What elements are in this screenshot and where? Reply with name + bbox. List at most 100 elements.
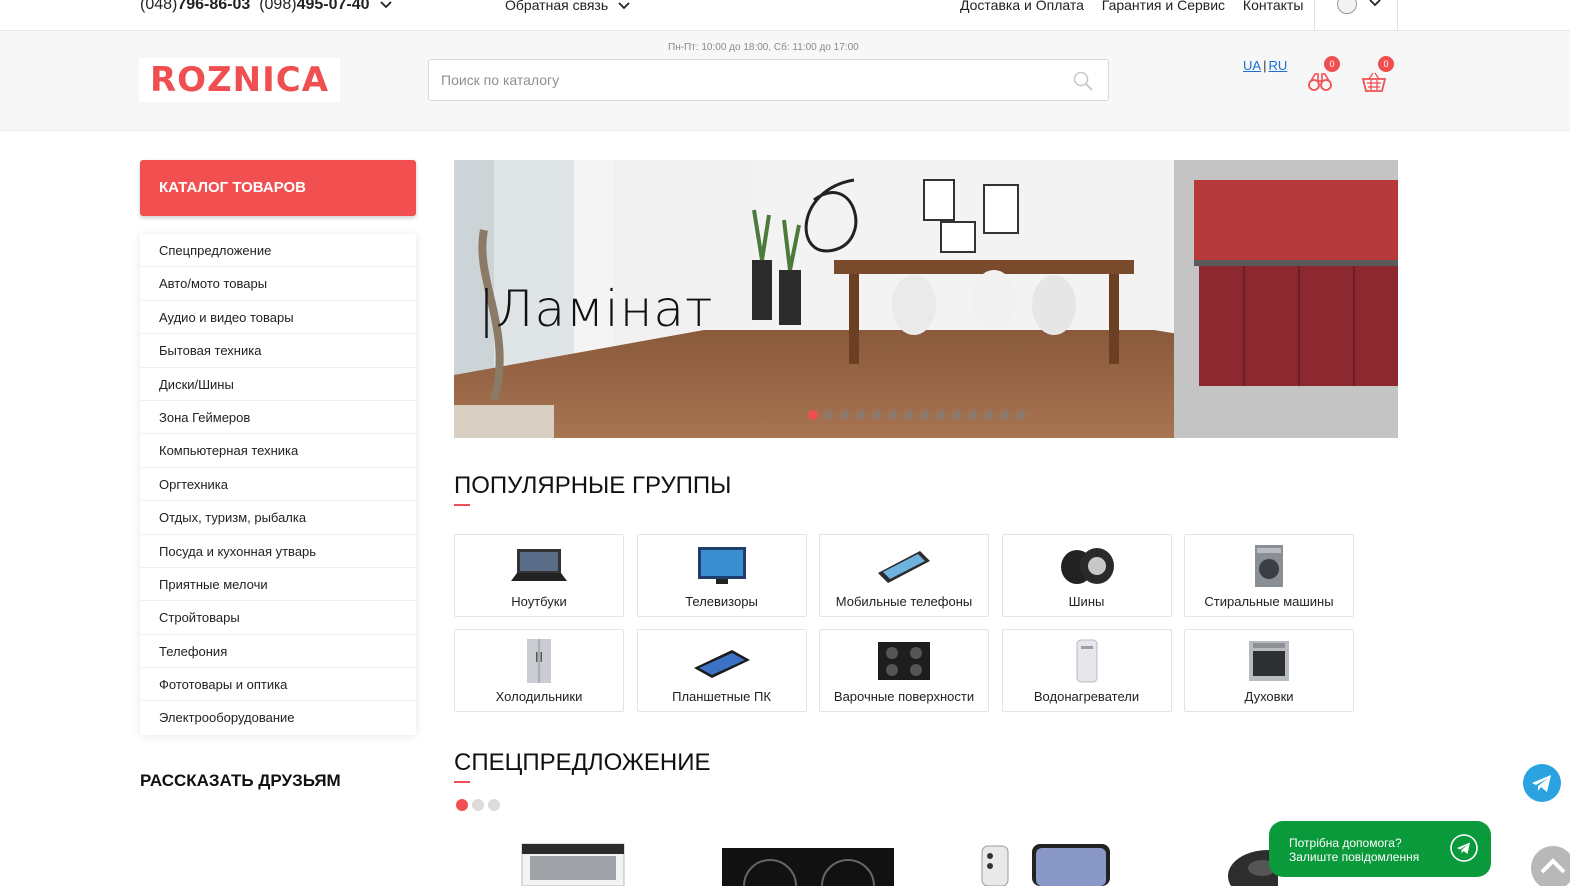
special-offers-title: СПЕЦПРЕДЛОЖЕНИЕ (454, 749, 711, 783)
banner-dot[interactable] (968, 410, 978, 420)
telegram-icon (1532, 775, 1551, 792)
nav-contacts-link[interactable]: Контакты (1243, 0, 1303, 13)
lang-separator: | (1263, 58, 1267, 73)
group-card-laptops[interactable]: Ноутбуки (454, 534, 624, 617)
washing-machine-icon (1255, 545, 1283, 587)
top-bar: (048)796-86-03 (098)495-07-40 Обратная с… (0, 0, 1570, 31)
lang-ua-link[interactable]: UA (1243, 58, 1261, 73)
compare-count-badge: 0 (1324, 56, 1340, 72)
category-menu: Спецпредложение Авто/мото товары Аудио и… (140, 234, 416, 735)
group-card-tablets[interactable]: Планшетные ПК (636, 629, 807, 712)
feedback-link[interactable]: Обратная связь (505, 0, 630, 13)
chevron-down-icon (618, 0, 630, 13)
search-icon[interactable] (1072, 70, 1094, 92)
cart-count-badge: 0 (1378, 56, 1394, 72)
group-label: Шины (1068, 594, 1105, 609)
category-item-outdoor[interactable]: Отдых, туризм, рыбалка (140, 501, 416, 535)
banner-dot[interactable] (824, 410, 834, 420)
special-offers-pagination (456, 799, 500, 811)
category-item-electrical[interactable]: Электрооборудование (140, 701, 416, 734)
category-item-gamers[interactable]: Зона Геймеров (140, 401, 416, 435)
site-header: ROZNICA Пн-Пт: 10:00 до 18:00, Сб: 11:00… (0, 31, 1570, 131)
working-hours: Пн-Пт: 10:00 до 18:00, Сб: 11:00 до 17:0… (668, 42, 859, 53)
product-dishwasher-image[interactable] (520, 842, 626, 886)
group-label: Духовки (1244, 689, 1294, 704)
phone-1-number[interactable]: 796-86-03 (177, 0, 250, 13)
tablet-icon (693, 650, 750, 678)
group-label: Стиральные машины (1204, 594, 1334, 609)
scroll-to-top-button[interactable] (1531, 846, 1570, 886)
group-label: Ноутбуки (511, 594, 567, 609)
banner-dot[interactable] (872, 410, 882, 420)
category-item-kitchenware[interactable]: Посуда и кухонная утварь (140, 535, 416, 568)
banner-dot[interactable] (984, 410, 994, 420)
tires-icon (1060, 548, 1114, 584)
category-item-auto-moto[interactable]: Авто/мото товары (140, 267, 416, 301)
special-dot[interactable] (488, 799, 500, 811)
product-smartphone-image[interactable] (978, 842, 1112, 886)
group-card-cooktops[interactable]: Варочные поверхности (819, 629, 989, 712)
catalog-button[interactable]: КАТАЛОГ ТОВАРОВ (140, 160, 416, 216)
group-card-washing-machines[interactable]: Стиральные машины (1184, 534, 1354, 617)
special-dot[interactable] (456, 799, 468, 811)
search-box (428, 59, 1109, 101)
phone-2-number[interactable]: 495-07-40 (297, 0, 370, 13)
telegram-button[interactable] (1523, 764, 1561, 802)
site-logo[interactable]: ROZNICA (139, 58, 340, 102)
banner-dot[interactable] (808, 410, 818, 420)
banner-dot[interactable] (888, 410, 898, 420)
category-item-photo-optics[interactable]: Фототовары и оптика (140, 668, 416, 702)
category-item-office[interactable]: Оргтехника (140, 468, 416, 502)
group-card-tires[interactable]: Шины (1001, 534, 1172, 617)
category-item-construction[interactable]: Стройтовары (140, 601, 416, 635)
phone-icon (878, 551, 930, 583)
category-item-appliances[interactable]: Бытовая техника (140, 334, 416, 368)
category-item-computers[interactable]: Компьютерная техника (140, 434, 416, 468)
cart-button[interactable]: 0 (1361, 56, 1394, 93)
banner-dot[interactable] (952, 410, 962, 420)
banner-dot[interactable] (840, 410, 850, 420)
chevron-down-icon[interactable] (1369, 0, 1381, 10)
phone-1-prefix: (048) (140, 0, 178, 13)
group-card-mobile-phones[interactable]: Мобильные телефоны (819, 534, 989, 617)
category-item-special[interactable]: Спецпредложение (140, 234, 416, 268)
user-avatar-icon[interactable] (1337, 0, 1357, 14)
tv-icon (697, 547, 746, 584)
help-chat-widget[interactable]: Потрібна допомога? Залиште повідомлення (1269, 821, 1491, 877)
feedback-label: Обратная связь (505, 0, 609, 13)
oven-icon (1249, 641, 1289, 681)
banner-dot[interactable] (904, 410, 914, 420)
group-label: Планшетные ПК (672, 689, 771, 704)
lang-ru-link[interactable]: RU (1268, 58, 1287, 73)
group-label: Мобильные телефоны (835, 594, 973, 609)
banner-dot[interactable] (1016, 410, 1026, 420)
banner-dot[interactable] (920, 410, 930, 420)
water-heater-icon (1076, 639, 1097, 683)
banner-dot[interactable] (936, 410, 946, 420)
phone-2-prefix: (098) (259, 0, 297, 13)
group-card-ovens[interactable]: Духовки (1184, 629, 1354, 712)
category-item-gifts[interactable]: Приятные мелочи (140, 568, 416, 602)
phone-numbers[interactable]: (048)796-86-03 (098)495-07-40 (140, 0, 392, 14)
group-card-water-heaters[interactable]: Водонагреватели (1001, 629, 1172, 712)
nav-delivery-link[interactable]: Доставка и Оплата (960, 0, 1084, 13)
chevron-down-icon[interactable] (380, 0, 392, 12)
banner-dot[interactable] (856, 410, 866, 420)
banner-pagination (808, 410, 1026, 420)
chevron-up-icon (1540, 858, 1566, 874)
banner-dot[interactable] (1000, 410, 1010, 420)
top-navigation: Доставка и Оплата Гарантия и Сервис Конт… (960, 0, 1317, 13)
group-card-fridges[interactable]: Холодильники (454, 629, 624, 712)
special-dot[interactable] (472, 799, 484, 811)
user-menu[interactable] (1314, 0, 1398, 31)
search-input[interactable] (429, 60, 1049, 100)
category-item-audio-video[interactable]: Аудио и видео товары (140, 301, 416, 335)
group-label: Водонагреватели (1033, 689, 1140, 704)
product-induction-hob-image[interactable] (720, 842, 896, 886)
binoculars-icon (1308, 73, 1332, 91)
category-item-wheels-tires[interactable]: Диски/Шины (140, 368, 416, 401)
group-card-tvs[interactable]: Телевизоры (636, 534, 807, 617)
compare-button[interactable]: 0 (1307, 56, 1340, 93)
category-item-telephony[interactable]: Телефония (140, 635, 416, 669)
nav-warranty-link[interactable]: Гарантия и Сервис (1102, 0, 1225, 13)
